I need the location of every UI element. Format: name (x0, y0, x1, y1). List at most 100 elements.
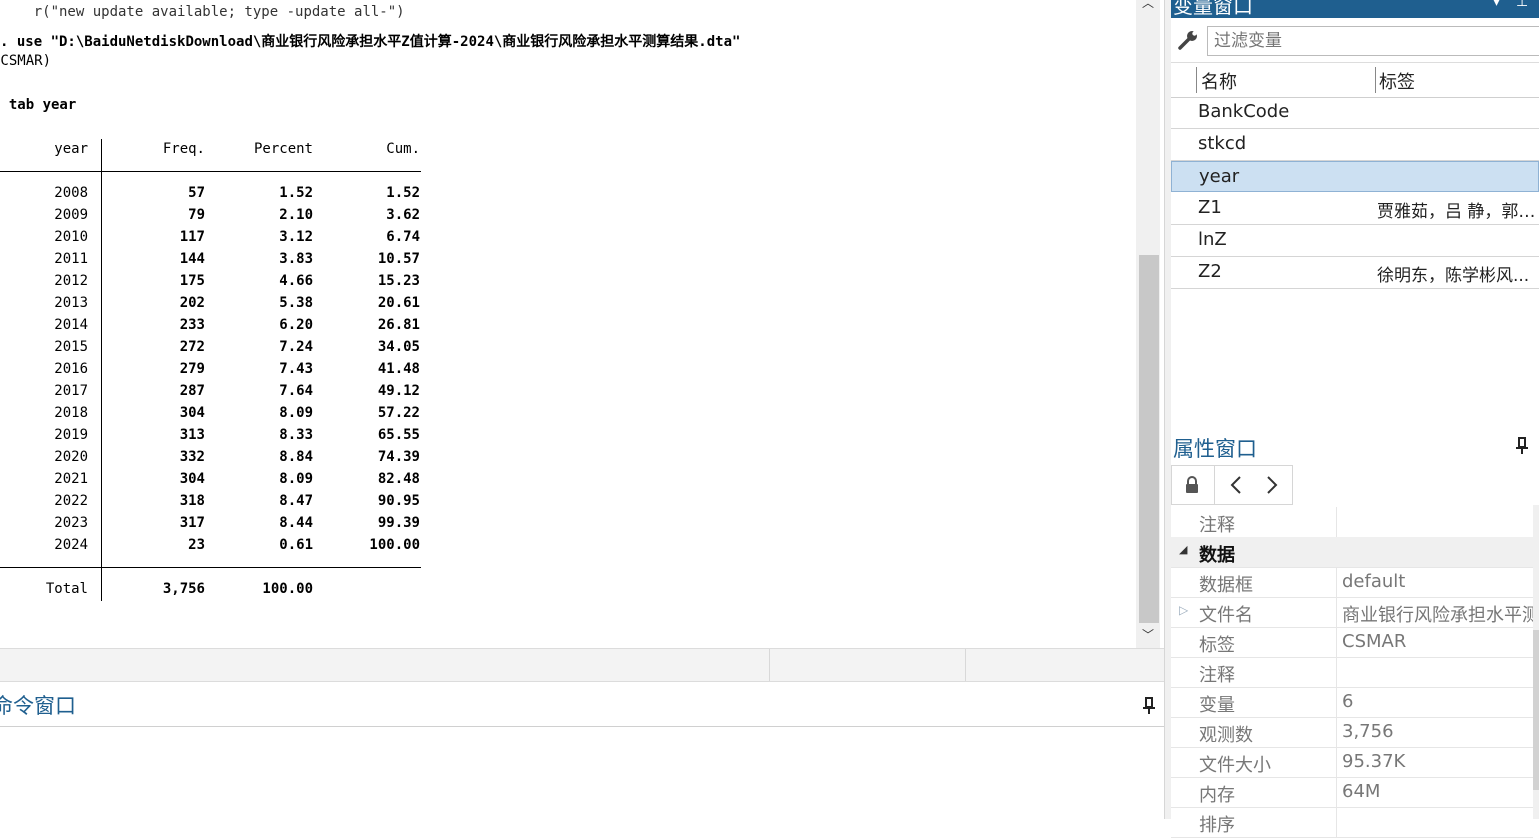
status-divider (769, 649, 770, 681)
property-key: 变量 (1199, 695, 1235, 716)
table-cell-cum: 74.39 (377, 449, 420, 465)
table-cell-year: 2020 (54, 449, 88, 465)
pin-icon[interactable]: ⊥ (1516, 0, 1528, 10)
column-header-label[interactable]: 标签 (1379, 68, 1415, 94)
table-cell-cum: 15.23 (377, 273, 420, 289)
property-key: 内存 (1199, 785, 1235, 806)
variable-row[interactable]: year (1171, 161, 1539, 192)
table-cell-percent: 4.66 (279, 273, 313, 289)
property-row[interactable]: 注释 (1171, 657, 1533, 688)
table-cell-cum: 99.39 (377, 515, 420, 531)
table-cell-freq: 23 (188, 537, 205, 553)
property-key: 数据框 (1199, 575, 1253, 596)
status-divider (965, 649, 966, 681)
variable-row[interactable]: Z2 徐明东，陈学彬风... (1171, 257, 1539, 289)
property-column-divider (1336, 627, 1337, 657)
command-input[interactable] (0, 727, 1164, 819)
property-key: 观测数 (1199, 725, 1253, 746)
pin-icon[interactable] (1142, 697, 1156, 719)
table-cell-percent: 3.12 (279, 229, 313, 245)
wrench-icon[interactable] (1177, 28, 1201, 56)
table-cell-percent: 6.20 (279, 317, 313, 333)
table-total-freq: 3,756 (162, 581, 205, 597)
table-cell-percent: 2.10 (279, 207, 313, 223)
property-row[interactable]: 文件大小 95.37K (1171, 747, 1533, 778)
table-rule-bottom (0, 567, 421, 568)
table-cell-freq: 317 (179, 515, 205, 531)
table-cell-cum: 65.55 (377, 427, 420, 443)
table-cell-year: 2022 (54, 493, 88, 509)
table-cell-freq: 144 (179, 251, 205, 267)
pane-splitter[interactable] (1164, 0, 1171, 819)
panel-options-icon[interactable]: ▾ (1493, 0, 1500, 10)
property-column-divider (1336, 507, 1337, 537)
variable-name: BankCode (1198, 101, 1290, 122)
table-cell-year: 2017 (54, 383, 88, 399)
table-header-cum: Cum. (386, 141, 420, 157)
command-window-title: 命令窗口 (0, 694, 76, 718)
property-value: 64M (1342, 781, 1381, 802)
property-column-divider (1336, 687, 1337, 717)
property-row[interactable]: 标签 CSMAR (1171, 627, 1533, 658)
property-row[interactable]: 排序 (1171, 807, 1533, 838)
results-scrollbar-thumb[interactable] (1139, 255, 1159, 623)
lock-icon[interactable] (1184, 476, 1200, 498)
property-row[interactable]: ▷ 文件名 商业银行风险承担水平测 (1171, 597, 1533, 628)
table-cell-year: 2019 (54, 427, 88, 443)
property-key: 标签 (1199, 635, 1235, 656)
chevron-left-icon[interactable] (1230, 475, 1242, 499)
filter-bar (1171, 22, 1539, 60)
table-cell-cum: 3.62 (386, 207, 420, 223)
column-header-name[interactable]: 名称 (1201, 68, 1237, 94)
collapse-triangle-icon[interactable]: ◢ (1179, 543, 1187, 556)
expand-triangle-icon[interactable]: ▷ (1179, 603, 1188, 617)
table-cell-freq: 304 (179, 471, 205, 487)
variable-label: 徐明东，陈学彬风... (1377, 266, 1530, 286)
pin-icon[interactable] (1515, 437, 1529, 459)
variable-row[interactable]: stkcd (1171, 129, 1539, 161)
update-notice-text: r("new update available; type -update al… (33, 4, 405, 20)
table-cell-freq: 332 (179, 449, 205, 465)
property-group-row[interactable]: ◢ 数据 (1171, 537, 1533, 568)
table-cell-cum: 90.95 (377, 493, 420, 509)
table-cell-freq: 279 (179, 361, 205, 377)
scroll-down-icon[interactable]: ﹀ (1142, 626, 1154, 643)
property-value: CSMAR (1342, 631, 1407, 652)
table-cell-cum: 20.61 (377, 295, 420, 311)
table-cell-freq: 57 (188, 185, 205, 201)
property-column-divider (1336, 567, 1337, 597)
table-cell-year: 2016 (54, 361, 88, 377)
table-cell-cum: 6.74 (386, 229, 420, 245)
command-prompt: . use (0, 34, 51, 50)
table-cell-percent: 8.47 (279, 493, 313, 509)
table-total-label: Total (45, 581, 88, 597)
table-cell-cum: 49.12 (377, 383, 420, 399)
variable-name: lnZ (1198, 229, 1227, 250)
filter-variables-input[interactable] (1207, 26, 1539, 56)
table-header-percent: Percent (253, 141, 313, 157)
variable-row[interactable]: lnZ (1171, 225, 1539, 257)
property-column-divider (1336, 717, 1337, 747)
properties-scrollbar-thumb[interactable] (1533, 630, 1539, 790)
properties-toolbar (1171, 465, 1293, 505)
variable-row[interactable]: BankCode (1171, 97, 1539, 129)
property-row[interactable]: 内存 64M (1171, 777, 1533, 808)
results-status-bar (0, 648, 1164, 682)
chevron-right-icon[interactable] (1266, 475, 1278, 499)
property-key: 文件名 (1199, 605, 1253, 626)
table-cell-year: 2015 (54, 339, 88, 355)
variable-name: Z2 (1198, 261, 1222, 282)
table-header-freq: Freq. (162, 141, 205, 157)
scroll-up-icon[interactable]: ︿ (1142, 0, 1154, 11)
property-value: 95.37K (1342, 751, 1406, 772)
table-cell-freq: 272 (179, 339, 205, 355)
variable-row[interactable]: Z1 贾雅茹，吕 静，郭 ... (1171, 193, 1539, 225)
property-row[interactable]: 注释 (1171, 507, 1533, 538)
table-rule-top (0, 171, 421, 172)
property-row[interactable]: 变量 6 (1171, 687, 1533, 718)
property-value: 3,756 (1342, 721, 1394, 742)
variable-label: 贾雅茹，吕 静，郭 ... (1377, 202, 1539, 222)
property-row[interactable]: 观测数 3,756 (1171, 717, 1533, 748)
table-cell-freq: 233 (179, 317, 205, 333)
property-row[interactable]: 数据框 default (1171, 567, 1533, 598)
